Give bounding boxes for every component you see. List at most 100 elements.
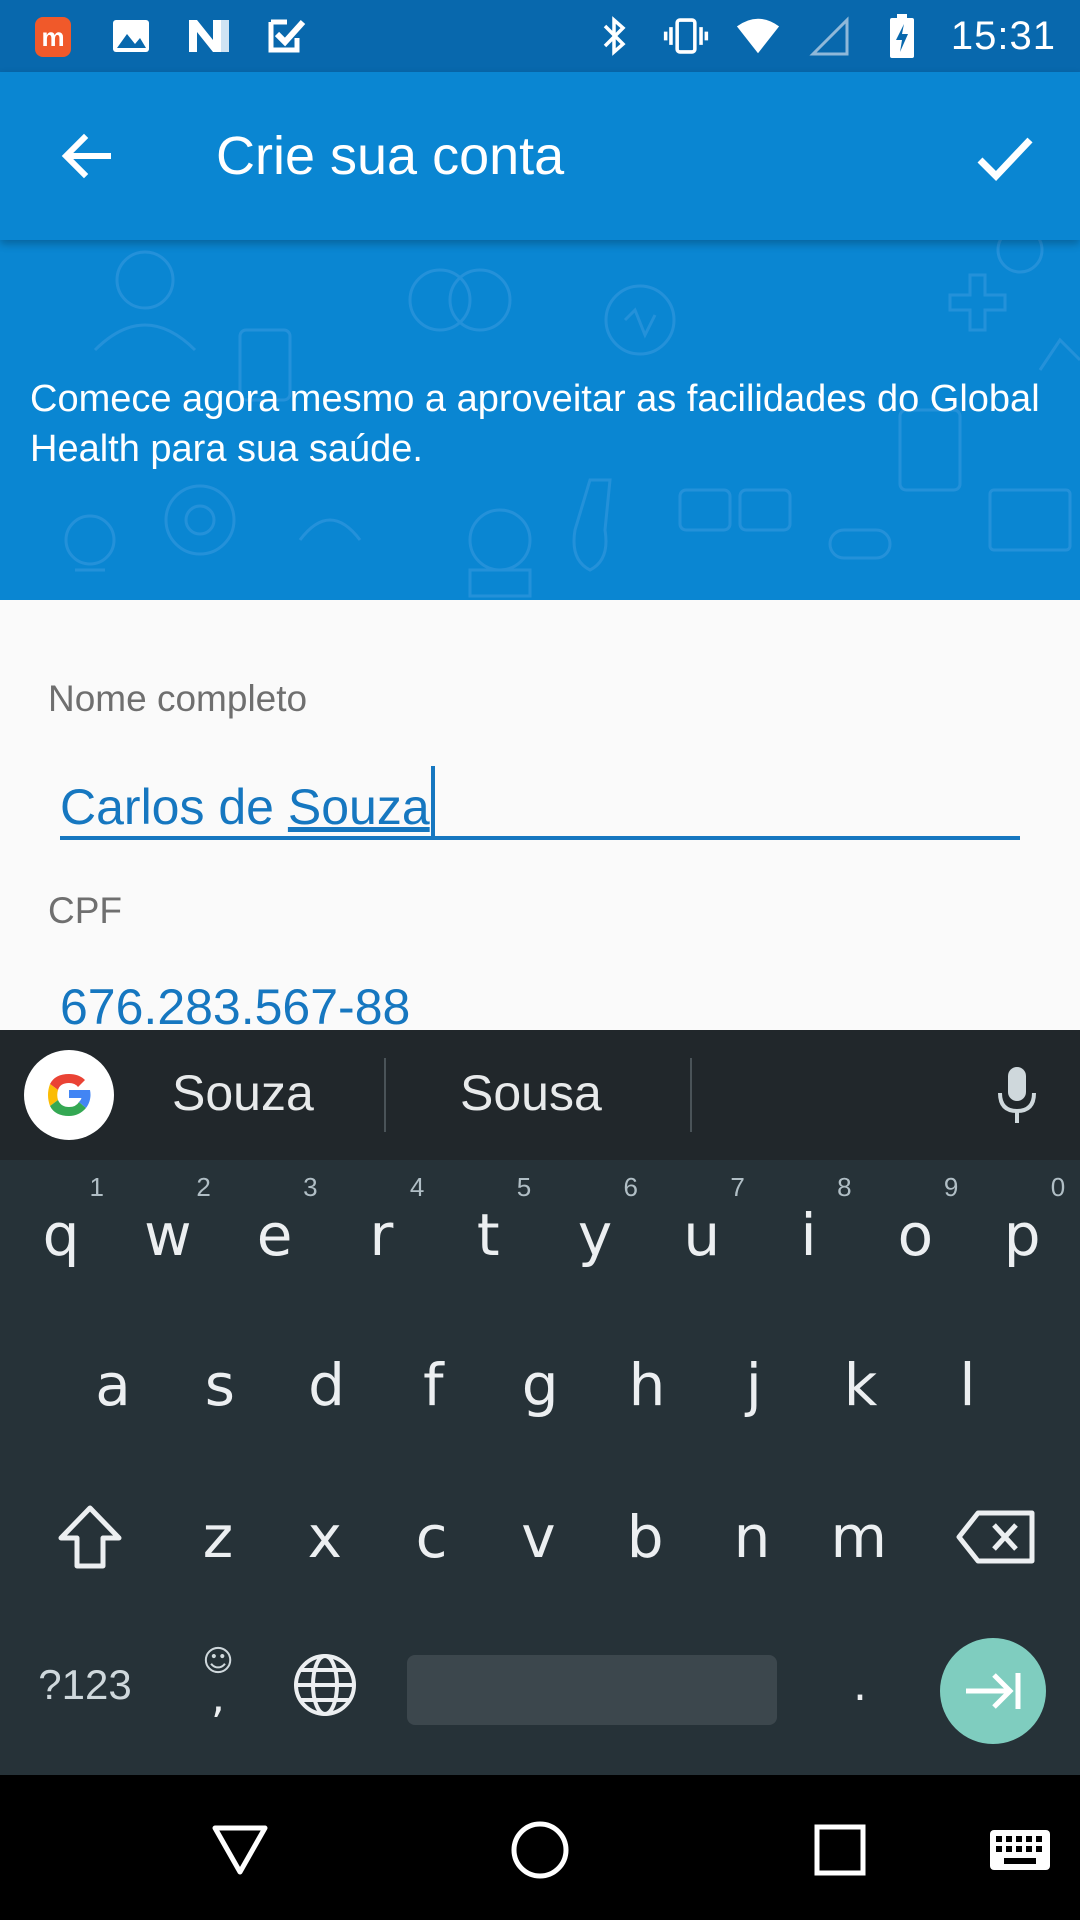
key-a[interactable]: a	[68, 1330, 158, 1440]
key-i[interactable]: i8	[764, 1172, 854, 1290]
period-key[interactable]: .	[815, 1630, 905, 1740]
shift-icon	[58, 1505, 122, 1569]
task-check-icon	[264, 13, 310, 59]
circle-home-icon	[511, 1821, 569, 1879]
key-label: i	[800, 1201, 817, 1269]
key-label: y	[577, 1201, 613, 1269]
comma-key[interactable]: ☺ ,	[178, 1630, 258, 1740]
banner-description: Comece agora mesmo a aproveitar as facil…	[30, 378, 1040, 470]
n-app-icon	[186, 13, 232, 59]
shift-key[interactable]	[40, 1482, 140, 1592]
home-nav-button[interactable]	[495, 1805, 585, 1895]
name-field-label: Nome completo	[48, 678, 308, 719]
cpf-field[interactable]: 676.283.567-88	[60, 978, 410, 1036]
key-label: t	[476, 1201, 500, 1269]
key-t[interactable]: t5	[443, 1172, 533, 1290]
hero-banner: Comece agora mesmo a aproveitar as facil…	[0, 240, 1080, 600]
key-label: w	[144, 1201, 192, 1269]
key-f[interactable]: f	[388, 1330, 478, 1440]
keyboard-switch-button[interactable]	[975, 1805, 1065, 1895]
key-d[interactable]: d	[282, 1330, 372, 1440]
key-hint: 9	[943, 1172, 959, 1202]
wifi-icon	[735, 13, 781, 59]
key-hint: 6	[623, 1172, 638, 1202]
navigation-bar	[0, 1775, 1080, 1920]
recents-nav-button[interactable]	[795, 1805, 885, 1895]
key-g[interactable]: g	[495, 1330, 585, 1440]
key-label: q	[42, 1201, 80, 1269]
key-label: o	[897, 1201, 934, 1269]
globe-icon	[294, 1654, 356, 1716]
square-recents-icon	[814, 1824, 866, 1876]
page-title: Crie sua conta	[216, 126, 565, 186]
key-l[interactable]: l	[922, 1330, 1012, 1440]
key-k[interactable]: k	[816, 1330, 906, 1440]
signup-form: Nome completo Carlos de Souza CPF 676.28…	[0, 600, 1080, 1035]
name-field[interactable]: Carlos de Souza	[60, 766, 435, 838]
vibrate-icon	[663, 13, 709, 59]
enter-next-key[interactable]	[940, 1638, 1046, 1744]
key-label: e	[256, 1201, 293, 1269]
status-time: 15:31	[950, 13, 1056, 58]
key-o[interactable]: o9	[870, 1172, 960, 1290]
key-z[interactable]: z	[173, 1482, 263, 1592]
key-y[interactable]: y6	[550, 1172, 640, 1290]
key-hint: 1	[89, 1172, 104, 1202]
suggestion-2[interactable]: Sousa	[460, 1064, 602, 1122]
name-field-composing-text: Souza	[287, 779, 430, 835]
voice-input-button[interactable]	[982, 1060, 1052, 1130]
key-p[interactable]: p0	[977, 1172, 1067, 1290]
key-u[interactable]: u7	[657, 1172, 747, 1290]
m-app-icon: m	[30, 13, 76, 59]
key-hint: 0	[1050, 1172, 1066, 1202]
key-r[interactable]: r4	[336, 1172, 426, 1290]
back-button[interactable]	[54, 124, 118, 188]
key-e[interactable]: e3	[230, 1172, 320, 1290]
confirm-button[interactable]	[968, 122, 1040, 194]
key-hint: 5	[516, 1172, 532, 1202]
key-hint: 3	[303, 1172, 318, 1202]
status-bar: m 15:31	[0, 0, 1080, 72]
suggestion-divider	[384, 1058, 386, 1132]
symbols-key[interactable]: ?123	[20, 1630, 150, 1740]
svg-text:m: m	[41, 22, 64, 52]
image-icon	[108, 13, 154, 59]
back-nav-button[interactable]	[195, 1805, 285, 1895]
key-q[interactable]: q1	[16, 1172, 106, 1290]
key-s[interactable]: s	[175, 1330, 265, 1440]
suggestion-1[interactable]: Souza	[172, 1064, 314, 1122]
key-hint: 2	[196, 1172, 211, 1202]
key-hint: 4	[409, 1172, 425, 1202]
key-w[interactable]: w2	[123, 1172, 213, 1290]
language-key[interactable]	[280, 1630, 370, 1740]
suggestion-divider	[690, 1058, 692, 1132]
key-m[interactable]: m	[814, 1482, 904, 1592]
key-c[interactable]: c	[387, 1482, 477, 1592]
cpf-field-label: CPF	[48, 890, 122, 931]
google-button[interactable]	[24, 1050, 114, 1140]
key-b[interactable]: b	[600, 1482, 690, 1592]
tab-next-icon	[966, 1673, 1021, 1709]
key-hint: 8	[837, 1172, 852, 1202]
triangle-back-icon	[212, 1825, 268, 1875]
bluetooth-icon	[591, 13, 637, 59]
key-v[interactable]: v	[493, 1482, 583, 1592]
key-label: r	[369, 1201, 394, 1269]
soft-keyboard: Souza Sousa q1w2e3r4t5y6u7i8o9p0 asdfghj…	[0, 1030, 1080, 1775]
key-h[interactable]: h	[602, 1330, 692, 1440]
space-key[interactable]	[407, 1655, 777, 1725]
key-x[interactable]: x	[280, 1482, 370, 1592]
name-field-text: Carlos de	[60, 779, 288, 835]
backspace-icon	[956, 1510, 1035, 1564]
mic-icon	[998, 1067, 1036, 1123]
suggestion-strip: Souza Sousa	[0, 1030, 1080, 1160]
backspace-key[interactable]	[946, 1482, 1046, 1592]
key-j[interactable]: j	[709, 1330, 799, 1440]
signal-icon	[807, 13, 853, 59]
key-hint: 7	[730, 1172, 745, 1202]
key-n[interactable]: n	[707, 1482, 797, 1592]
comma-label: ,	[211, 1672, 225, 1723]
check-icon	[977, 137, 1033, 182]
key-label: u	[683, 1201, 721, 1269]
text-caret	[430, 766, 435, 838]
